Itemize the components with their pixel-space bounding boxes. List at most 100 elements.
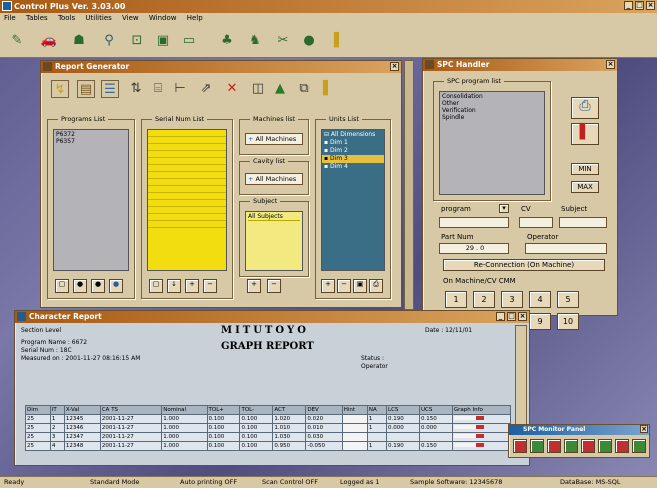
serial-row[interactable] <box>148 221 226 228</box>
menu-window[interactable]: Window <box>149 14 177 22</box>
list-item[interactable]: All Subjects <box>248 213 300 221</box>
program-field[interactable] <box>439 217 509 228</box>
subject-field[interactable] <box>559 217 607 228</box>
machine-button-1[interactable]: 1 <box>445 291 467 308</box>
menu-help[interactable]: Help <box>187 14 203 22</box>
machine-button-9[interactable]: 9 <box>529 313 551 330</box>
machine-button-3[interactable]: 3 <box>501 291 523 308</box>
machine-select[interactable]: + All Machines <box>245 133 303 145</box>
monitor-cell[interactable] <box>632 439 646 453</box>
exit-icon[interactable]: ▌ <box>319 80 337 98</box>
down-button[interactable]: ↓ <box>167 279 181 293</box>
record-button-2[interactable]: ● <box>91 279 105 293</box>
record-button[interactable]: ● <box>73 279 87 293</box>
serial-row[interactable] <box>148 179 226 186</box>
list-item[interactable]: P6372 <box>56 131 126 138</box>
monitor-cell[interactable] <box>547 439 561 453</box>
max-button[interactable]: MAX <box>571 181 599 193</box>
machine-button-2[interactable]: 2 <box>473 291 495 308</box>
close-icon[interactable]: × <box>518 312 527 321</box>
menu-tables[interactable]: Tables <box>26 14 48 22</box>
cv-field[interactable] <box>519 217 553 228</box>
monitor-cell[interactable] <box>581 439 595 453</box>
menu-utilities[interactable]: Utilities <box>85 14 111 22</box>
menu-file[interactable]: File <box>4 14 16 22</box>
machine-button-5[interactable]: 5 <box>557 291 579 308</box>
serial-row[interactable] <box>148 144 226 151</box>
remove-serial-button[interactable]: − <box>203 279 217 293</box>
list-item[interactable]: Verification <box>442 107 542 114</box>
list-report-icon[interactable]: ☰ <box>101 80 119 98</box>
machine-button-4[interactable]: 4 <box>529 291 551 308</box>
close-icon[interactable]: × <box>646 1 655 10</box>
door-exit-icon[interactable]: ▌ <box>330 32 348 50</box>
menu-view[interactable]: View <box>122 14 139 22</box>
delete-icon[interactable]: ✕ <box>223 80 241 98</box>
graph-report-icon[interactable]: ↯ <box>51 80 69 98</box>
serial-row[interactable] <box>148 137 226 144</box>
spc-program-list[interactable]: Consolidation Other Verification Spindle <box>439 91 545 195</box>
close-icon[interactable]: × <box>390 62 399 71</box>
program-browse-button[interactable]: ▾ <box>499 204 509 213</box>
remove-unit-button[interactable]: − <box>337 279 351 293</box>
list-item[interactable]: P6357 <box>56 138 126 145</box>
units-list[interactable]: ⊟ All Dimensions ▪ Dim 1 ▪ Dim 2 ▪ Dim 3… <box>321 129 385 271</box>
machine-button-10[interactable]: 10 <box>557 313 579 330</box>
book-icon[interactable]: ◫ <box>249 80 267 98</box>
operator-select[interactable] <box>525 243 607 254</box>
clipboard-icon[interactable]: ▣ <box>154 32 172 50</box>
serial-row[interactable] <box>148 165 226 172</box>
remove-subject-button[interactable]: − <box>267 279 281 293</box>
tools-icon[interactable]: ✂ <box>274 32 292 50</box>
add-unit-button[interactable]: + <box>321 279 335 293</box>
gauge-icon[interactable]: ✎ <box>8 32 26 50</box>
record-button-3[interactable]: ● <box>109 279 123 293</box>
unit-item[interactable]: ▪ Dim 3 <box>322 155 384 163</box>
serial-row[interactable] <box>148 172 226 179</box>
network-icon[interactable]: ♣ <box>218 32 236 50</box>
add-subject-button[interactable]: + <box>247 279 261 293</box>
serial-row[interactable] <box>148 214 226 221</box>
table-row[interactable]: 25 3 12347 2001-11-27 1.000 0.100 0.100 1.030 0.… <box>25 432 512 442</box>
min-button[interactable]: MIN <box>571 163 599 175</box>
serial-row[interactable] <box>148 193 226 200</box>
grid-view-button[interactable]: ▢ <box>55 279 69 293</box>
menu-tools[interactable]: Tools <box>58 14 75 22</box>
view-button[interactable]: ▢ <box>149 279 163 293</box>
copy-icon[interactable]: ⧉ <box>295 80 313 98</box>
range-icon[interactable]: ⊢ <box>171 80 189 98</box>
car-icon[interactable]: 🚗 <box>40 32 58 50</box>
table-row[interactable]: 25 1 12345 2001-11-27 1.000 0.100 0.100 1.020 0.… <box>25 414 512 424</box>
add-serial-button[interactable]: + <box>185 279 199 293</box>
reconnection-button[interactable]: Re-Connection (On Machine) <box>443 259 605 271</box>
save-icon[interactable]: ▣ <box>353 279 367 293</box>
minimize-icon[interactable]: _ <box>496 312 505 321</box>
monitor-cell[interactable] <box>615 439 629 453</box>
monitor-cell[interactable] <box>564 439 578 453</box>
table-row[interactable]: 25 4 12348 2001-11-27 1.000 0.100 0.100 0.950 -0… <box>25 441 512 451</box>
list-item[interactable]: Other <box>442 100 542 107</box>
search-icon[interactable]: ⚲ <box>100 32 118 50</box>
print-icon[interactable]: ⎙ <box>369 279 383 293</box>
chart-icon[interactable]: ♞ <box>246 32 264 50</box>
unit-item[interactable]: ▪ Dim 4 <box>322 163 384 171</box>
display-icon[interactable]: ▭ <box>180 32 198 50</box>
printer-icon[interactable]: ⎙ <box>571 97 599 119</box>
table-row[interactable]: 25 2 12346 2001-11-27 1.000 0.100 0.100 1.010 0.… <box>25 423 512 433</box>
serial-row[interactable] <box>148 186 226 193</box>
unit-item[interactable]: ▪ Dim 2 <box>322 147 384 155</box>
trend-icon[interactable]: ⇗ <box>197 80 215 98</box>
tree-icon[interactable]: ▲ <box>271 80 289 98</box>
minimize-icon[interactable]: _ <box>624 1 633 10</box>
histogram-icon[interactable]: ⌸ <box>149 80 167 98</box>
serial-num-list[interactable] <box>147 129 227 271</box>
programs-list[interactable]: P6372 P6357 <box>53 129 129 271</box>
device-icon[interactable]: ⊡ <box>128 32 146 50</box>
monitor-cell[interactable] <box>513 439 527 453</box>
exit-door-icon[interactable]: ▌ <box>571 123 599 145</box>
monitor-cell[interactable] <box>530 439 544 453</box>
serial-row[interactable] <box>148 158 226 165</box>
table-report-icon[interactable]: ▤ <box>77 80 95 98</box>
serial-row[interactable] <box>148 151 226 158</box>
mdi-vertical-scrollbar[interactable] <box>404 60 414 310</box>
